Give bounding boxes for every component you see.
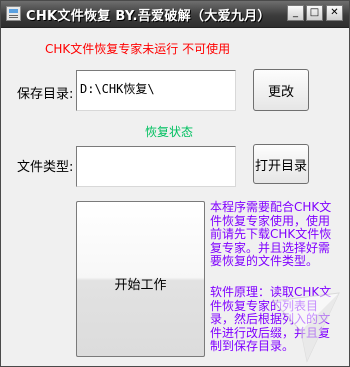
app-icon bbox=[6, 6, 21, 21]
status-warning: CHK文件恢复专家未运行 不可使用 bbox=[45, 42, 231, 56]
window-title: CHK文件恢复 BY.吾爱破解（大爱九月） bbox=[26, 9, 271, 24]
info-note-usage: 本程序需要配合CHK文件恢复专家使用，使用前请先下载CHK文件恢复专家。并且选择… bbox=[210, 200, 332, 268]
start-button[interactable]: 开始工作 bbox=[76, 201, 205, 357]
change-button[interactable]: 更改 bbox=[253, 69, 309, 111]
title-bar[interactable]: CHK文件恢复 BY.吾爱破解（大爱九月） _ □ ✕ bbox=[1, 1, 349, 28]
save-dir-label: 保存目录: bbox=[17, 87, 74, 102]
open-dir-button[interactable]: 打开目录 bbox=[253, 144, 309, 184]
close-button[interactable]: ✕ bbox=[326, 5, 343, 21]
app-window: CHK文件恢复 BY.吾爱破解（大爱九月） _ □ ✕ CHK文件恢复专家未运行… bbox=[0, 0, 350, 367]
file-type-input[interactable] bbox=[76, 146, 236, 187]
minimize-button[interactable]: _ bbox=[287, 5, 304, 21]
restore-status: 恢复状态 bbox=[145, 125, 194, 139]
maximize-button[interactable]: □ bbox=[306, 5, 323, 21]
file-type-label: 文件类型: bbox=[17, 160, 74, 175]
start-button-label: 开始工作 bbox=[114, 278, 167, 293]
watermark-logo-icon bbox=[271, 292, 340, 363]
save-dir-input[interactable]: D:\CHK恢复\ bbox=[76, 70, 236, 111]
